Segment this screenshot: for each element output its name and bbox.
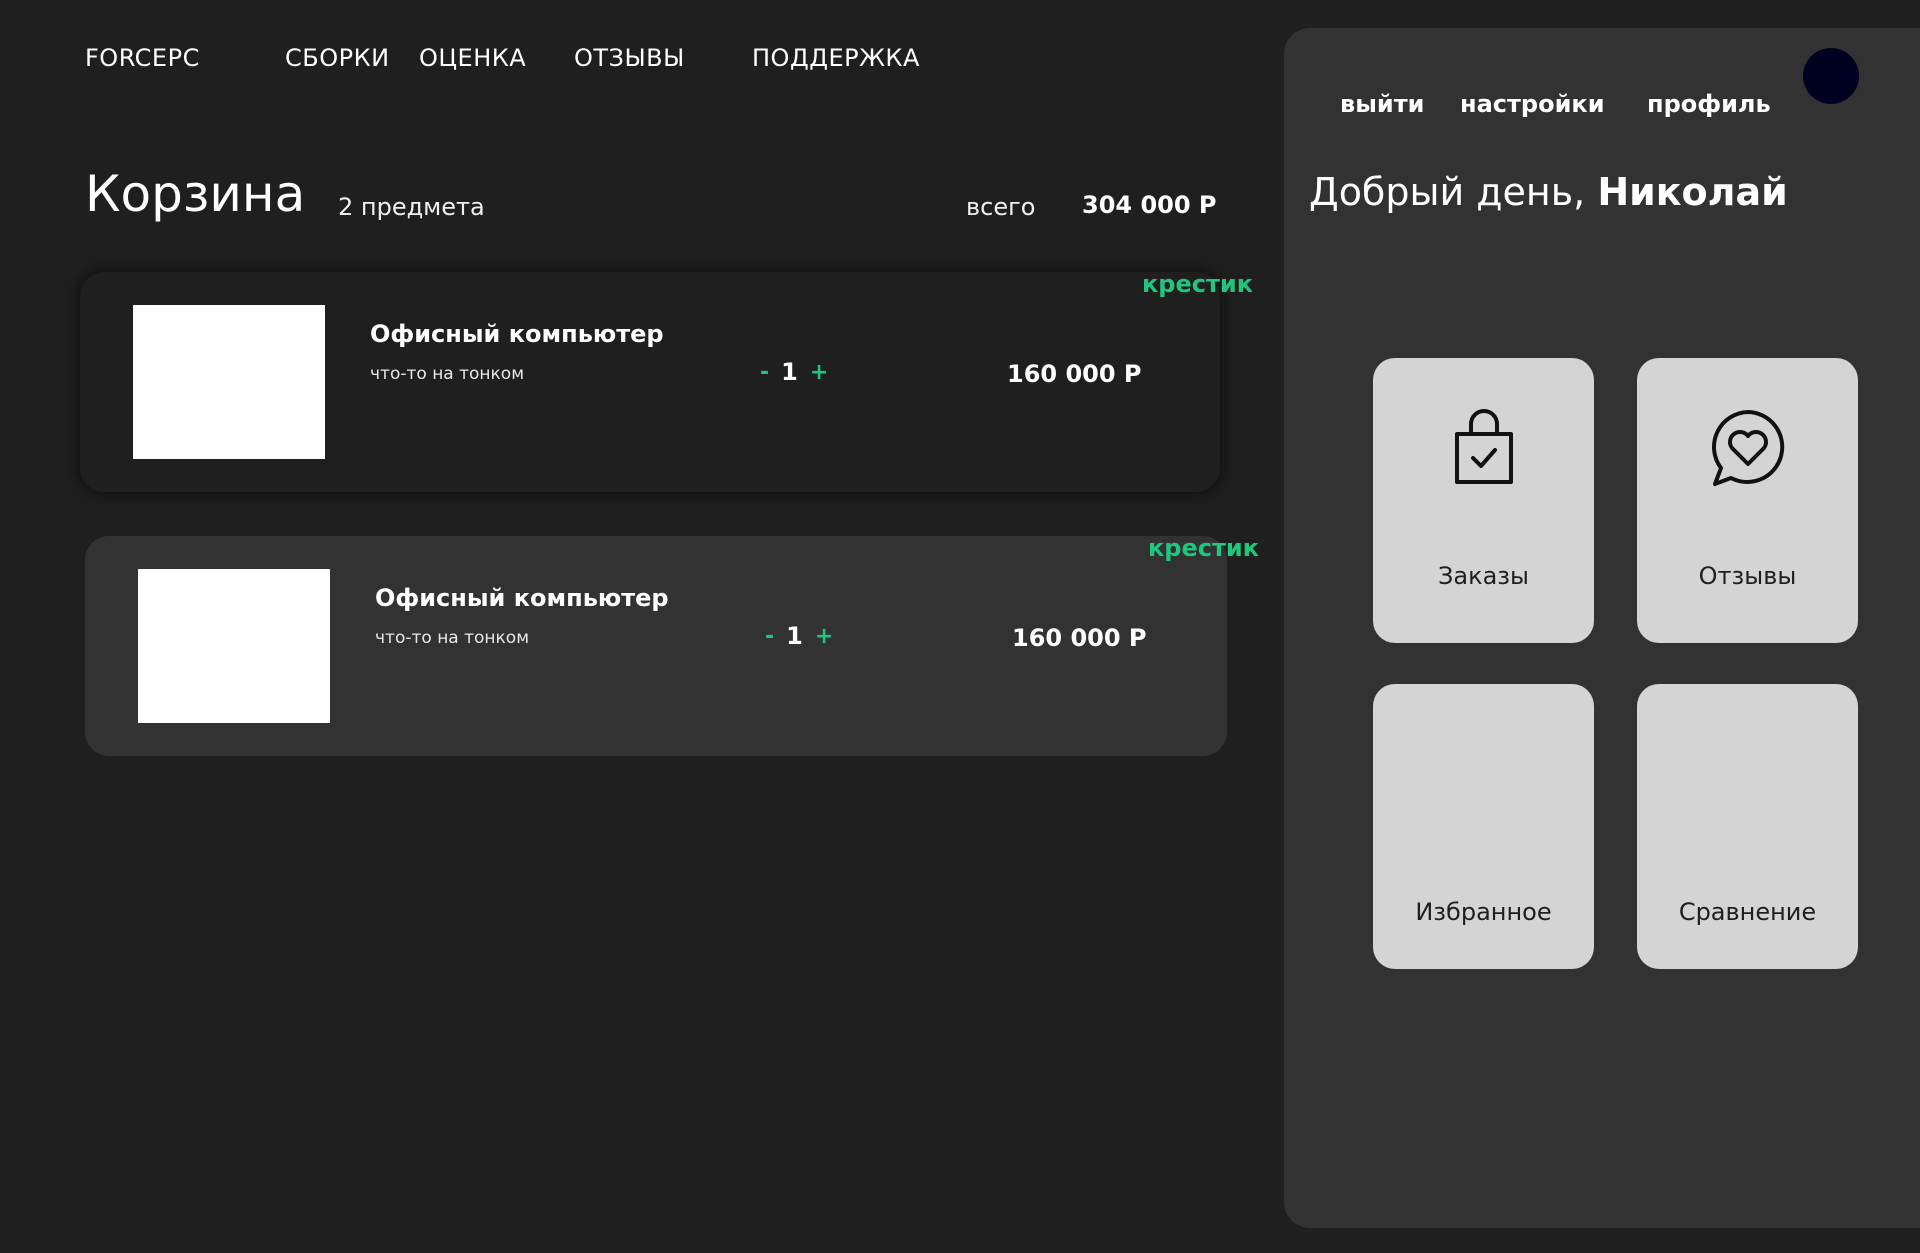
- heart-chat-icon: [1712, 410, 1785, 486]
- remove-item-button[interactable]: крестик: [1148, 534, 1259, 562]
- shopping-bag-icon: [1455, 409, 1513, 484]
- remove-item-button[interactable]: крестик: [1142, 270, 1253, 298]
- reviews-tile[interactable]: Отзывы: [1637, 358, 1858, 643]
- product-description: что-то на тонком: [370, 364, 525, 384]
- product-description: что-то на тонком: [375, 628, 530, 648]
- brand-logo[interactable]: FORCEPC: [85, 44, 200, 72]
- nav-support[interactable]: ПОДДЕРЖКА: [752, 44, 920, 72]
- cart-item: Офисный компьютер что-то на тонком - 1 +…: [85, 536, 1227, 756]
- product-price: 160 000 Р: [1007, 360, 1142, 388]
- increase-button[interactable]: +: [810, 360, 828, 385]
- favorites-label: Избранное: [1415, 898, 1552, 926]
- quantity-value: 1: [786, 622, 803, 650]
- total-value: 304 000 Р: [1082, 191, 1217, 219]
- quantity-value: 1: [781, 358, 798, 386]
- quantity-stepper: - 1 +: [765, 622, 833, 650]
- product-image: [138, 569, 330, 723]
- increase-button[interactable]: +: [815, 624, 833, 649]
- page-title: Корзина: [85, 165, 306, 223]
- logout-link[interactable]: выйти: [1340, 90, 1424, 118]
- decrease-button[interactable]: -: [760, 360, 769, 385]
- product-image: [133, 305, 325, 459]
- nav-builds[interactable]: СБОРКИ: [285, 44, 390, 72]
- nav-rating[interactable]: ОЦЕНКА: [419, 44, 526, 72]
- decrease-button[interactable]: -: [765, 624, 774, 649]
- settings-link[interactable]: настройки: [1460, 90, 1605, 118]
- cart-item: Офисный компьютер что-то на тонком - 1 +…: [80, 272, 1220, 492]
- avatar[interactable]: [1803, 48, 1859, 104]
- favorites-tile[interactable]: Избранное: [1373, 684, 1594, 969]
- reviews-label: Отзывы: [1698, 562, 1797, 590]
- orders-label: Заказы: [1437, 562, 1529, 590]
- quantity-stepper: - 1 +: [760, 358, 828, 386]
- profile-panel: выйти настройки профиль Добрый день, Ник…: [1284, 28, 1920, 1228]
- compare-label: Сравнение: [1678, 898, 1817, 926]
- compare-tile[interactable]: Сравнение: [1637, 684, 1858, 969]
- greeting: Добрый день, Николай: [1309, 170, 1788, 214]
- cart-item-count: 2 предмета: [338, 193, 485, 221]
- orders-tile[interactable]: Заказы: [1373, 358, 1594, 643]
- total-label: всего: [966, 193, 1036, 221]
- product-name[interactable]: Офисный компьютер: [370, 320, 664, 348]
- product-name[interactable]: Офисный компьютер: [375, 584, 669, 612]
- product-price: 160 000 Р: [1012, 624, 1147, 652]
- nav-reviews[interactable]: ОТЗЫВЫ: [574, 44, 685, 72]
- profile-link[interactable]: профиль: [1647, 90, 1771, 118]
- greeting-prefix: Добрый день,: [1309, 170, 1598, 214]
- user-name: Николай: [1597, 170, 1788, 214]
